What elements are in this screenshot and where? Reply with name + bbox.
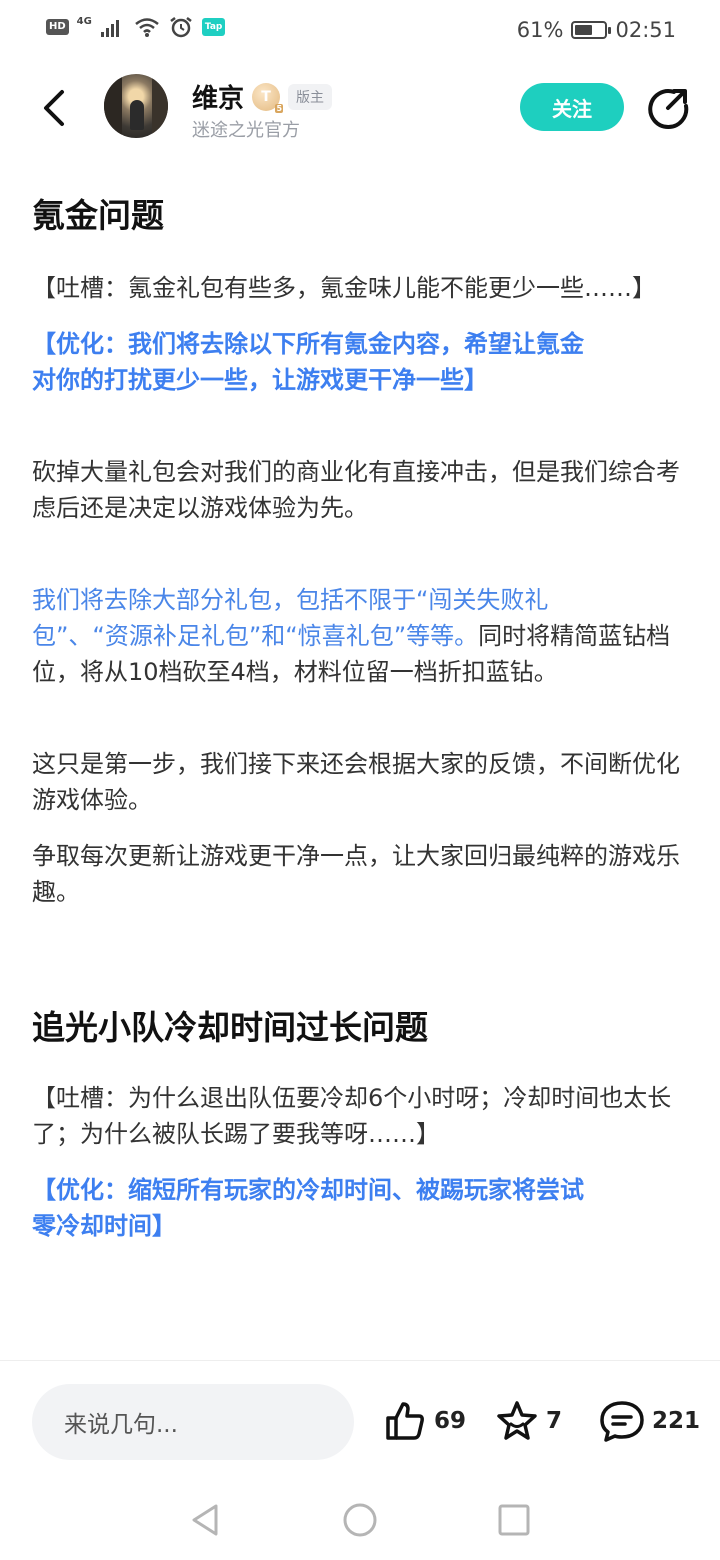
nav-recents-button[interactable]	[494, 1500, 534, 1540]
comment-count: 221	[652, 1408, 701, 1434]
square-recents-icon	[498, 1504, 530, 1536]
post-header: 维京 T 5 版主 迷途之光官方 关注	[0, 62, 720, 158]
nav-back-button[interactable]	[186, 1500, 226, 1540]
paragraph: 争取每次更新让游戏更干净一点，让大家回归最纯粹的游戏乐趣。	[32, 842, 680, 906]
complaint-text: 【吐槽：为什么退出队伍要冷却6个小时呀；冷却时间也太长了；为什么被队长踢了要我等…	[32, 1084, 672, 1148]
battery-fill	[575, 25, 593, 35]
moderator-badge: 版主	[288, 83, 333, 110]
complaint-text: 【吐槽：氪金礼包有些多，氪金味儿能不能更少一些……】	[32, 274, 656, 302]
share-button[interactable]	[644, 84, 692, 132]
system-nav-bar	[0, 1480, 720, 1560]
paragraph: 这只是第一步，我们接下来还会根据大家的反馈，不间断优化游戏体验。	[32, 750, 680, 814]
battery-icon	[571, 21, 612, 39]
status-bar: HD 4G Tap 61% 02:51	[0, 0, 720, 62]
follow-button[interactable]: 关注	[520, 83, 624, 131]
nav-home-button[interactable]	[340, 1500, 380, 1540]
favorite-count: 7	[546, 1408, 563, 1434]
battery-percent: 61%	[516, 18, 564, 42]
comment-button[interactable]: 221	[598, 1393, 700, 1449]
comment-icon	[600, 1401, 644, 1442]
signal-icon	[100, 20, 119, 37]
article-body: 氪金问题 【吐槽：氪金礼包有些多，氪金味儿能不能更少一些……】 【优化：我们将去…	[32, 158, 692, 1244]
author-row: 维京 T 5 版主	[192, 78, 333, 115]
author-subtitle: 迷途之光官方	[192, 120, 300, 141]
like-count: 69	[434, 1408, 467, 1434]
avatar[interactable]	[104, 74, 168, 138]
back-button[interactable]	[34, 86, 74, 130]
comment-input[interactable]: 来说几句...	[32, 1384, 354, 1460]
status-right: 61% 02:51	[517, 18, 676, 42]
section-title: 氪金问题	[32, 196, 164, 235]
triangle-back-icon	[192, 1504, 218, 1536]
highlight-text: 包”、“资源补足礼包”和“惊喜礼包”等等。	[32, 622, 479, 650]
circle-home-icon	[343, 1503, 377, 1537]
taptap-icon: Tap	[201, 18, 226, 36]
paragraph: 砍掉大量礼包会对我们的商业化有直接冲击，但是我们综合考虑后还是决定以游戏体验为先…	[32, 458, 680, 522]
clock: 02:51	[615, 18, 676, 42]
alarm-icon	[170, 17, 192, 38]
network-type: 4G	[76, 15, 92, 27]
highlight-text: 我们将去除大部分礼包，包括不限于“闯关失败礼	[32, 586, 549, 614]
thumbs-up-icon	[386, 1402, 424, 1440]
star-icon	[497, 1401, 537, 1440]
paragraph: 我们将去除大部分礼包，包括不限于“闯关失败礼 包”、“资源补足礼包”和“惊喜礼包…	[32, 582, 692, 690]
wifi-icon	[135, 18, 159, 37]
level-badge: T 5	[252, 82, 284, 113]
section-title: 追光小队冷却时间过长问题	[32, 1008, 428, 1047]
favorite-button[interactable]: 7	[494, 1393, 562, 1449]
author-name[interactable]: 维京	[192, 78, 244, 115]
bottom-action-bar: 来说几句... 69 7 221	[0, 1360, 720, 1480]
status-left: HD 4G Tap	[46, 15, 226, 38]
share-icon	[648, 89, 689, 130]
like-button[interactable]: 69	[382, 1393, 466, 1449]
optimization-text: 【优化：缩短所有玩家的冷却时间、被踢玩家将尝试 零冷却时间】	[32, 1176, 584, 1240]
chevron-left-icon	[44, 90, 64, 126]
optimization-text: 【优化：我们将去除以下所有氪金内容，希望让氪金 对你的打扰更少一些，让游戏更干净…	[32, 330, 584, 394]
hd-indicator: HD	[46, 19, 69, 35]
